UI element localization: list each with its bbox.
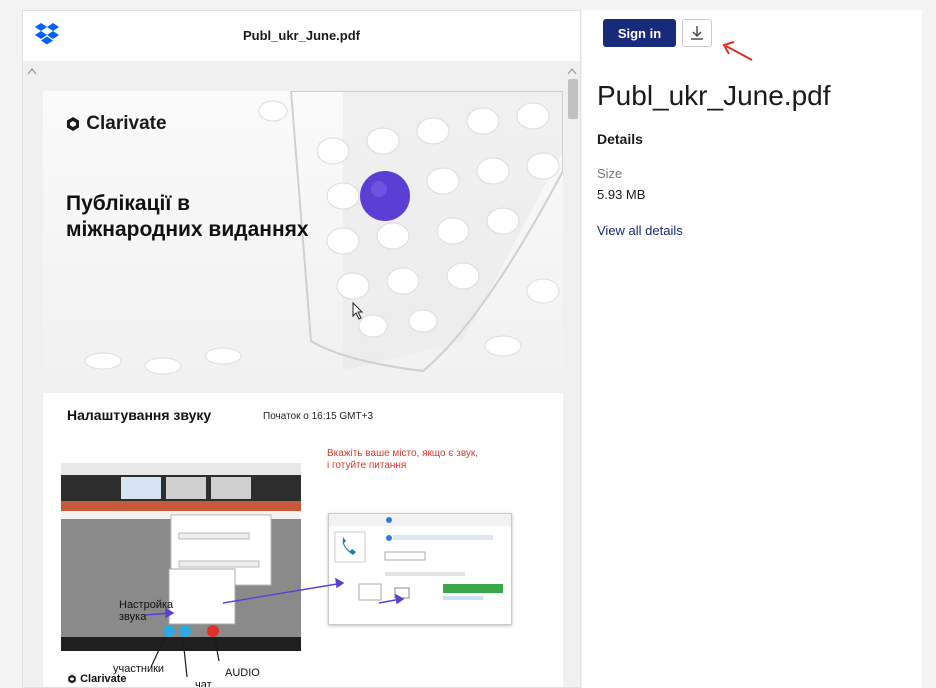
- viewer-file-title: Publ_ukr_June.pdf: [242, 28, 361, 43]
- scroll-up-arrow-icon[interactable]: [27, 67, 37, 75]
- annotation-arrows: [144, 577, 405, 678]
- label-chat: чат: [195, 679, 212, 688]
- page1-title-line2: міжнародних виданнях: [66, 218, 309, 241]
- label-audio: AUDIO: [225, 667, 260, 679]
- size-label: Size: [597, 166, 623, 181]
- clarivate-logo-footer-text: Clarivate: [80, 673, 127, 685]
- file-details-panel: Sign in Publ_ukr_June.pdf Details Size 5…: [582, 10, 922, 688]
- clarivate-logo: Clarivate: [65, 113, 167, 135]
- label-sound-setup: Настройка звука: [119, 599, 173, 623]
- pdf-page-2: Налаштування звуку Початок о 16:15 GMT+3…: [43, 393, 563, 688]
- scroll-up-arrow-icon[interactable]: [567, 67, 577, 75]
- clarivate-mark-icon: [67, 116, 79, 131]
- view-all-details-link[interactable]: View all details: [597, 223, 683, 238]
- download-icon: [691, 26, 703, 40]
- left-scrollbar[interactable]: [23, 61, 41, 687]
- red-annotation-arrow-icon: [722, 41, 753, 61]
- scrollbar-thumb[interactable]: [568, 79, 578, 119]
- details-heading: Details: [597, 131, 643, 147]
- clarivate-mark-icon: [68, 674, 76, 684]
- document-scroll-area[interactable]: Clarivate Публікації в міжнародних видан…: [23, 61, 580, 688]
- viewer-header: Publ_ukr_June.pdf: [23, 11, 580, 62]
- size-value: 5.93 MB: [597, 187, 646, 202]
- download-button[interactable]: [682, 19, 712, 47]
- right-scrollbar[interactable]: [564, 61, 580, 687]
- pdf-viewer: Publ_ukr_June.pdf Clarivate Публікації в…: [22, 10, 581, 688]
- file-name-heading: Publ_ukr_June.pdf: [597, 80, 831, 111]
- clarivate-logo-text: Clarivate: [86, 113, 167, 134]
- label-sound-setup-line2: звука: [119, 611, 147, 623]
- page1-title: Публікації в міжнародних виданнях: [66, 191, 346, 243]
- sign-in-button[interactable]: Sign in: [603, 19, 676, 47]
- page1-title-line1: Публікації в: [66, 192, 190, 215]
- clarivate-logo-footer: Clarivate: [67, 673, 127, 685]
- pdf-page-1: Clarivate Публікації в міжнародних видан…: [43, 91, 563, 379]
- label-sound-setup-line1: Настройка: [119, 599, 174, 611]
